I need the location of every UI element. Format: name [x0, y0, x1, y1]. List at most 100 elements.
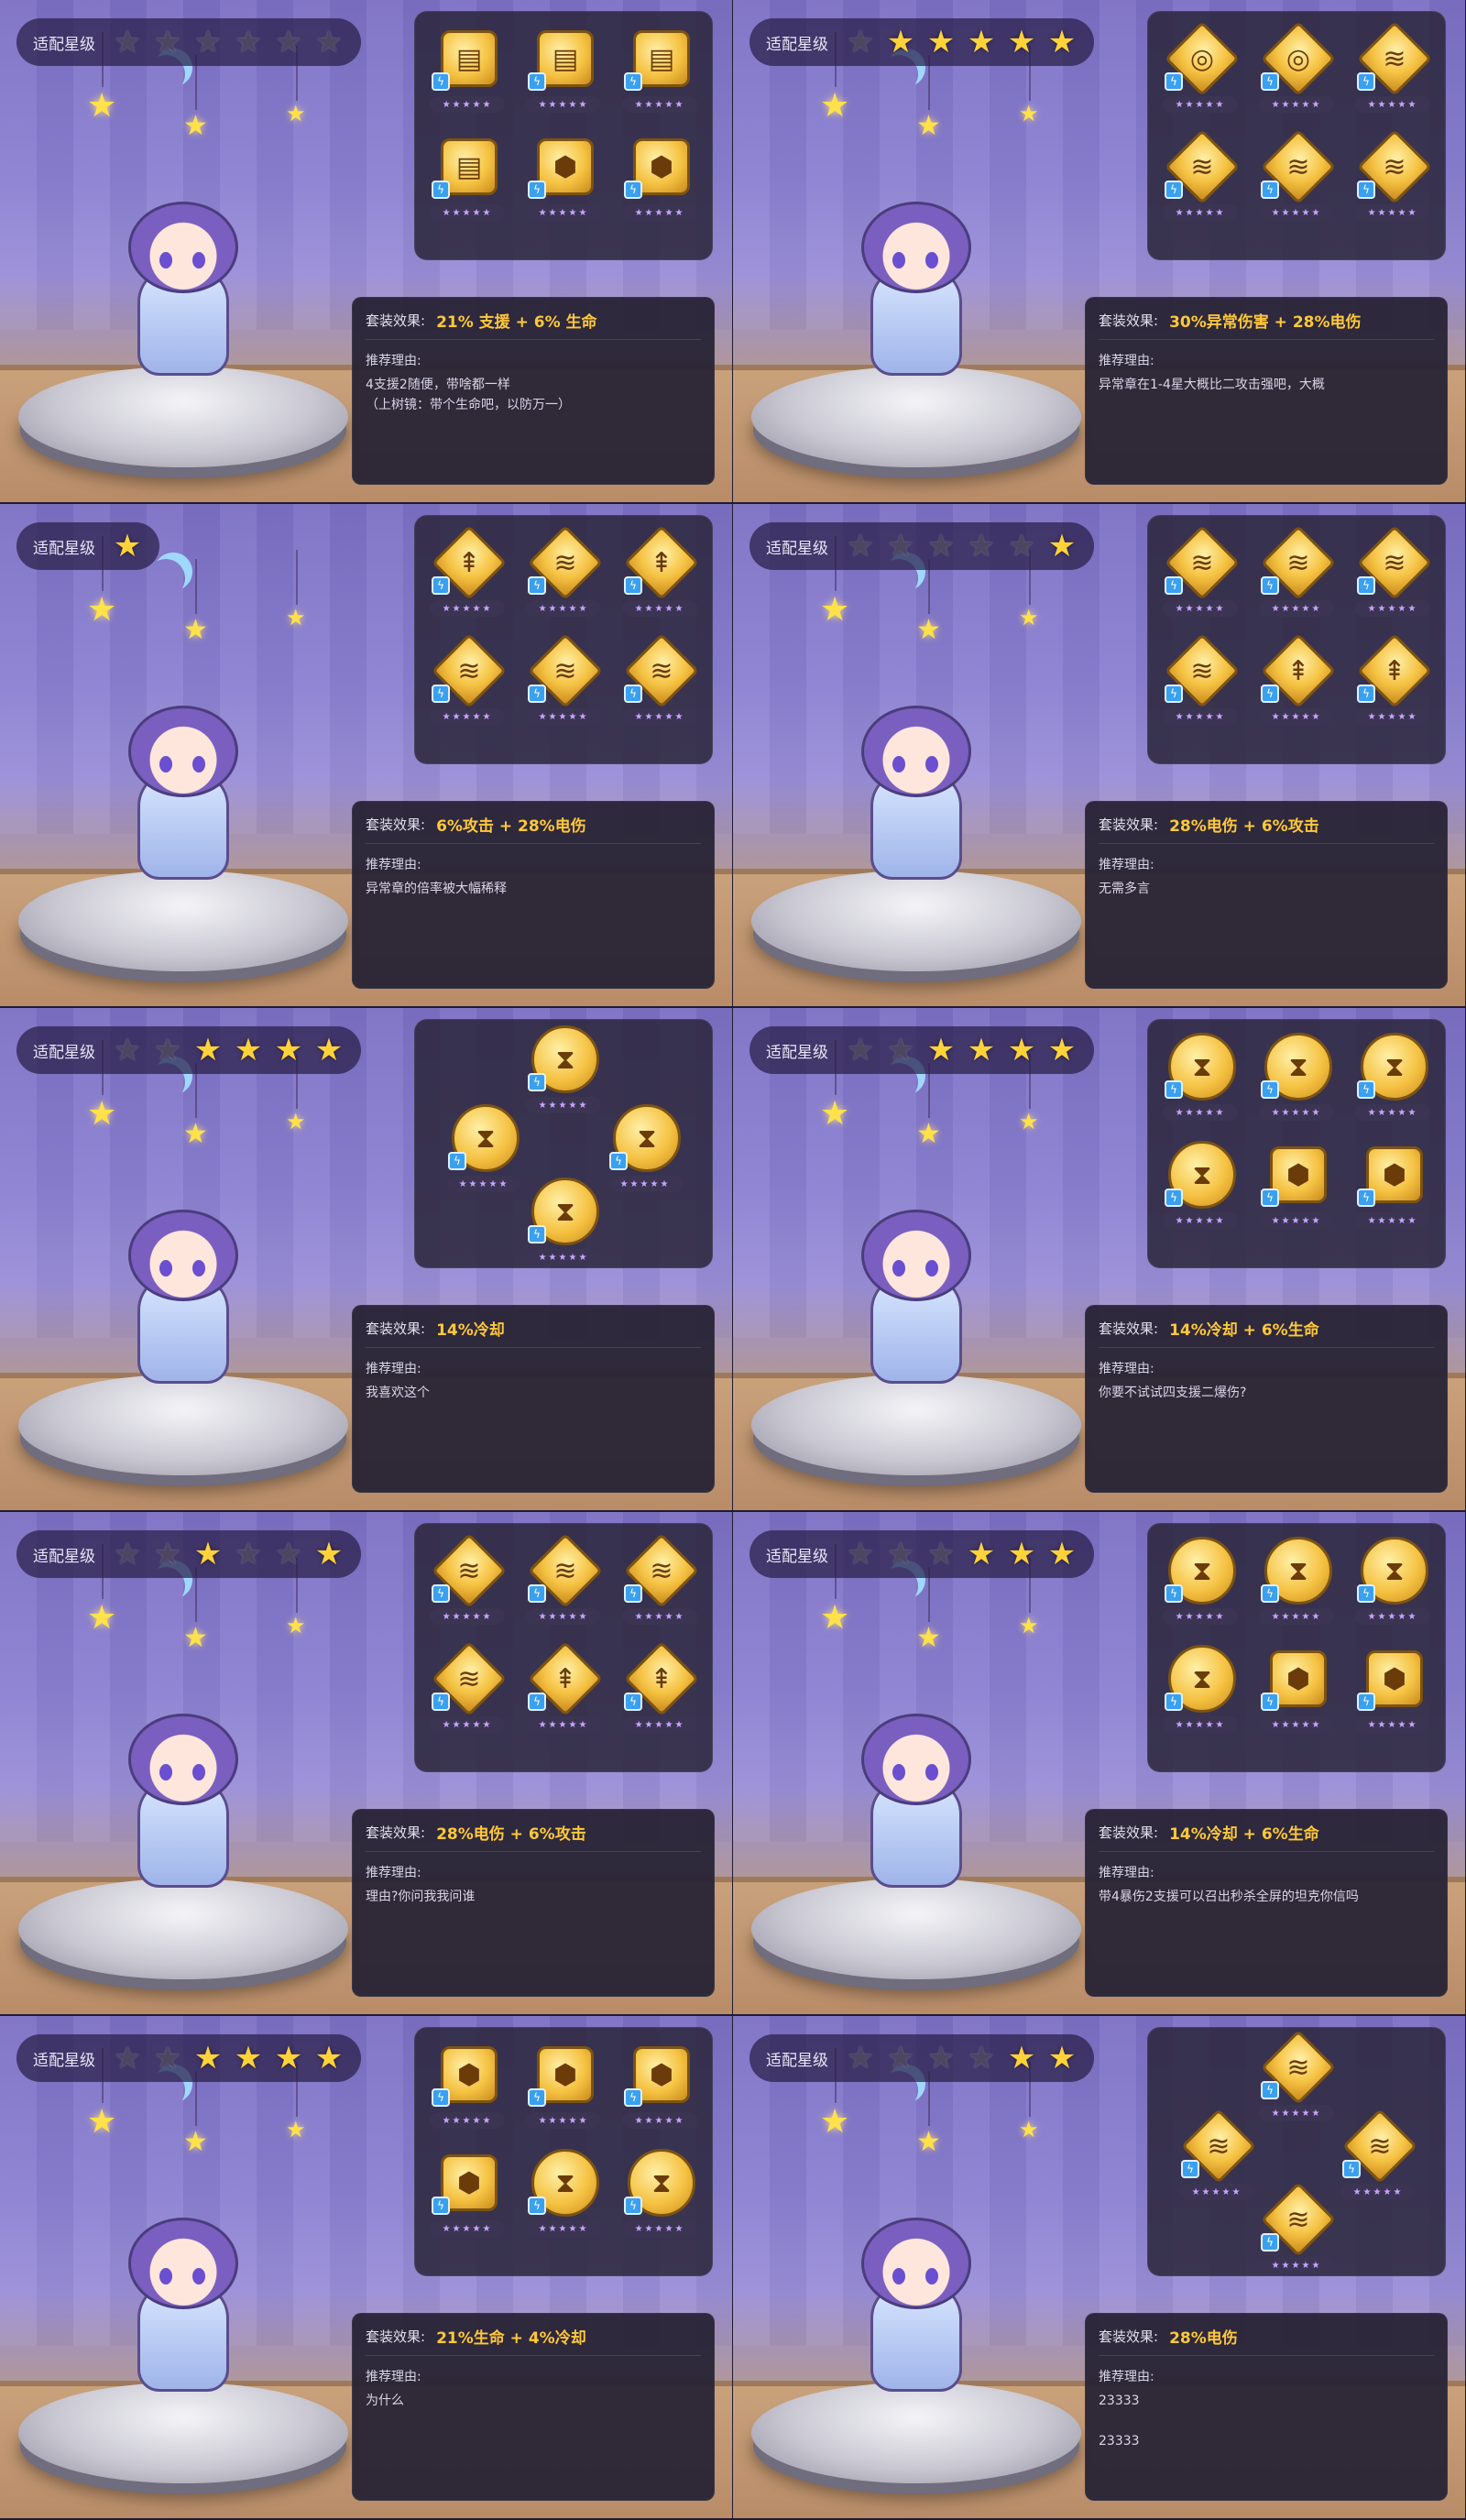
- reason-label: 推荐理由:: [1099, 1866, 1154, 1880]
- star-filled-icon: ★: [193, 2040, 223, 2076]
- wing-icon: ≋: [457, 654, 481, 687]
- drive-disc[interactable]: ⬢ ϟ ★★★★★: [1255, 1645, 1338, 1746]
- drive-disc[interactable]: ≋ ϟ ★★★★★: [618, 1532, 701, 1638]
- drive-disc[interactable]: ▤ ϟ ★★★★★: [426, 133, 509, 234]
- drive-disc[interactable]: ⬢ ϟ ★★★★★: [618, 2041, 701, 2142]
- drive-disc[interactable]: ≋ ϟ ★★★★★: [426, 1532, 509, 1638]
- drive-disc[interactable]: ≋ ϟ ★★★★★: [1159, 524, 1242, 630]
- drive-disc[interactable]: ⇞ ϟ ★★★★★: [618, 524, 701, 630]
- drive-disc[interactable]: ≋ ϟ ★★★★★: [1337, 2108, 1419, 2213]
- blade-icon: ⇞: [650, 546, 673, 579]
- star-rating-bar: 适配星级 ★ ★ ★ ★ ★ ★: [749, 1026, 1094, 1074]
- drive-disc[interactable]: ⇞ ϟ ★★★★★: [618, 1640, 701, 1746]
- disc-star-rank: ★★★★★: [1163, 1716, 1238, 1733]
- drive-disc[interactable]: ⧗ ϟ ★★★★★: [1255, 1033, 1338, 1134]
- disc-star-rank: ★★★★★: [622, 204, 697, 221]
- drive-disc[interactable]: ⇞ ϟ ★★★★★: [1255, 632, 1338, 738]
- hanging-star-icon: ★: [820, 32, 850, 125]
- drive-disc[interactable]: ≋ ϟ ★★★★★: [1255, 524, 1338, 630]
- drive-disc[interactable]: ≋ ϟ ★★★★★: [522, 1532, 605, 1638]
- drive-disc[interactable]: ⬢ ϟ ★★★★★: [1351, 1645, 1434, 1746]
- disc-star-rank: ★★★★★: [526, 1249, 601, 1265]
- lightning-badge-icon: ϟ: [1261, 576, 1279, 595]
- drive-disc[interactable]: ▤ ϟ ★★★★★: [618, 25, 701, 126]
- reason-label: 推荐理由:: [1099, 858, 1154, 872]
- disc-star-rank: ★★★★★: [622, 708, 697, 725]
- drive-disc[interactable]: ⧗ ϟ ★★★★★: [522, 2149, 605, 2250]
- lightning-badge-icon: ϟ: [1357, 1693, 1375, 1711]
- build-card: ★ ★ ★ 适配星级 ★ ★ ★ ★ ★ ★ ≋ ϟ ★★★★★ ≋ ϟ ★★★★★ ≋ ϟ ★★★★★ ≋ ϟ ★★★★…: [733, 2016, 1466, 2520]
- drive-disc[interactable]: ≋ ϟ ★★★★★: [522, 524, 605, 630]
- drive-disc[interactable]: ≋ ϟ ★★★★★: [1351, 128, 1434, 234]
- rating-label: 适配星级: [766, 1547, 828, 1566]
- drive-disc[interactable]: ⧗ ϟ ★★★★★: [1351, 1537, 1434, 1638]
- wing-icon: ≋: [650, 1554, 673, 1587]
- drive-disc[interactable]: ≋ ϟ ★★★★★: [1255, 2181, 1338, 2286]
- drive-disc[interactable]: ⬢ ϟ ★★★★★: [522, 2041, 605, 2142]
- drive-disc[interactable]: ⇞ ϟ ★★★★★: [522, 1640, 605, 1746]
- drive-disc[interactable]: ≋ ϟ ★★★★★: [1351, 524, 1434, 630]
- disc-star-rank: ★★★★★: [622, 2112, 697, 2129]
- drive-disc[interactable]: ◎ ϟ ★★★★★: [1255, 20, 1338, 126]
- drive-disc[interactable]: ◎ ϟ ★★★★★: [1159, 20, 1242, 126]
- drive-disc[interactable]: ⧗ ϟ ★★★★★: [1159, 1033, 1242, 1134]
- drive-disc[interactable]: ⧗ ϟ ★★★★★: [1255, 1537, 1338, 1638]
- drive-disc[interactable]: ≋ ϟ ★★★★★: [1351, 20, 1434, 126]
- wing-icon: ≋: [1190, 546, 1214, 579]
- drive-disc[interactable]: ⧗ ϟ ★★★★★: [522, 1025, 605, 1126]
- set-effect-value: 14%冷却 + 6%生命: [1169, 1825, 1319, 1844]
- character-figure: [101, 1714, 266, 1915]
- disc-star-rank: ★★★★★: [430, 600, 505, 617]
- drive-disc[interactable]: ≋ ϟ ★★★★★: [426, 632, 509, 738]
- star-empty-icon: ★: [113, 1536, 142, 1572]
- drive-disc[interactable]: ⬢ ϟ ★★★★★: [1255, 1141, 1338, 1242]
- build-card: ★ ★ ★ 适配星级 ★ ★ ★ ★ ★ ★ ≋ ϟ ★★★★★ ≋ ϟ ★★★★★ ≋ ϟ ★★★★★ ≋ ϟ ★★★★…: [733, 504, 1466, 1008]
- drive-disc[interactable]: ▤ ϟ ★★★★★: [522, 25, 605, 126]
- drive-disc[interactable]: ⧗ ϟ ★★★★★: [618, 2149, 701, 2250]
- drive-disc[interactable]: ≋ ϟ ★★★★★: [522, 632, 605, 738]
- set-effect-value: 30%异常伤害 + 28%电伤: [1169, 313, 1362, 332]
- lightning-badge-icon: ϟ: [624, 576, 642, 595]
- drive-disc[interactable]: ⬢ ϟ ★★★★★: [426, 2041, 509, 2142]
- drive-disc[interactable]: ⧗ ϟ ★★★★★: [1351, 1033, 1434, 1134]
- drive-disc[interactable]: ⧗ ϟ ★★★★★: [1159, 1645, 1242, 1746]
- lightning-badge-icon: ϟ: [624, 2088, 642, 2107]
- star-empty-icon: ★: [926, 1536, 956, 1572]
- character-eye: [159, 252, 172, 268]
- star-empty-icon: ★: [193, 24, 223, 60]
- drive-disc[interactable]: ⧗ ϟ ★★★★★: [1159, 1537, 1242, 1638]
- spiral-icon: ◎: [1189, 42, 1215, 75]
- drive-disc[interactable]: ≋ ϟ ★★★★★: [1159, 632, 1242, 738]
- build-card: ★ ★ ★ 适配星级 ★ ★ ★ ★ ★ ★ ⧗ ϟ ★★★★★ ⧗ ϟ ★★★★★ ⧗ ϟ ★★★★★ ⧗ ϟ ★★★★…: [733, 1512, 1466, 2016]
- character-head: [128, 706, 238, 797]
- lightning-badge-icon: ϟ: [528, 1225, 546, 1244]
- drive-disc[interactable]: ⬢ ϟ ★★★★★: [426, 2149, 509, 2250]
- lightning-badge-icon: ϟ: [432, 181, 450, 199]
- drive-disc[interactable]: ≋ ϟ ★★★★★: [1176, 2108, 1258, 2213]
- drive-disc[interactable]: ⬢ ϟ ★★★★★: [1351, 1141, 1434, 1242]
- set-effect-label: 套装效果:: [1099, 2328, 1159, 2345]
- wing-icon: ≋: [1286, 150, 1310, 183]
- drive-disc[interactable]: ⧗ ϟ ★★★★★: [1159, 1141, 1242, 1242]
- character-eye: [925, 1764, 938, 1780]
- drive-disc[interactable]: ⬢ ϟ ★★★★★: [618, 133, 701, 234]
- drive-disc[interactable]: ≋ ϟ ★★★★★: [618, 632, 701, 738]
- drive-disc[interactable]: ⬢ ϟ ★★★★★: [522, 133, 605, 234]
- drive-disc[interactable]: ≋ ϟ ★★★★★: [1159, 128, 1242, 234]
- star-filled-icon: ★: [1047, 1032, 1077, 1068]
- hourglass-icon: ⧗: [1384, 1554, 1405, 1587]
- drive-disc[interactable]: ⇞ ϟ ★★★★★: [1351, 632, 1434, 738]
- drive-disc[interactable]: ≋ ϟ ★★★★★: [426, 1640, 509, 1746]
- lightning-badge-icon: ϟ: [1357, 685, 1375, 703]
- reason-text: 带4暴伤2支援可以召出秒杀全屏的坦克你信吗: [1099, 1890, 1359, 1904]
- drive-disc[interactable]: ≋ ϟ ★★★★★: [1255, 128, 1338, 234]
- drive-disc[interactable]: ⧗ ϟ ★★★★★: [522, 1178, 605, 1278]
- drive-disc[interactable]: ⇞ ϟ ★★★★★: [426, 524, 509, 630]
- drive-disc[interactable]: ▤ ϟ ★★★★★: [426, 25, 509, 126]
- star-empty-icon: ★: [113, 24, 142, 60]
- drive-disc[interactable]: ⧗ ϟ ★★★★★: [604, 1104, 686, 1205]
- drive-disc[interactable]: ⧗ ϟ ★★★★★: [443, 1104, 525, 1205]
- hanging-star-icon: ★: [87, 1040, 117, 1133]
- drive-disc[interactable]: ≋ ϟ ★★★★★: [1255, 2029, 1338, 2134]
- character-eye: [159, 2268, 172, 2284]
